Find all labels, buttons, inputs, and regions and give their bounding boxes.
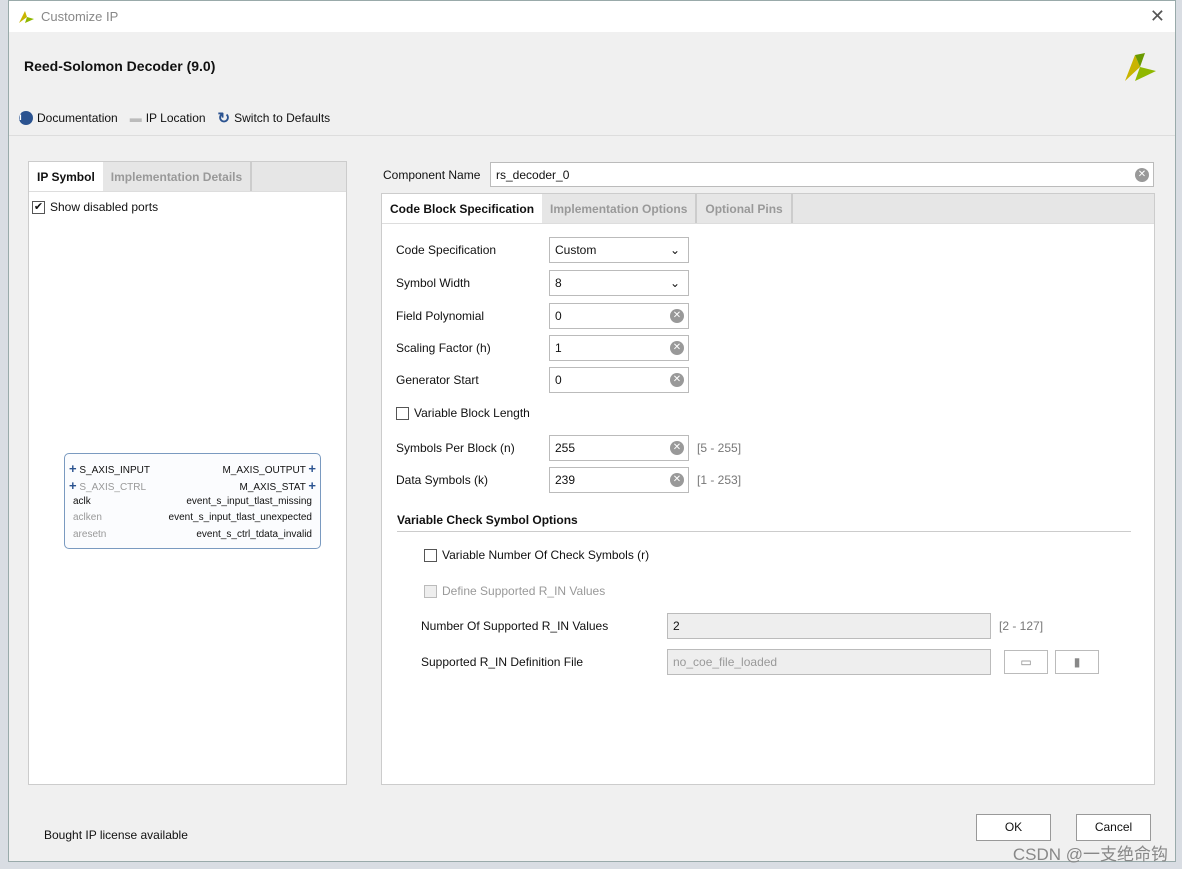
field-poly-row: Field Polynomial 0 ✕ bbox=[396, 303, 689, 329]
close-icon[interactable]: ✕ bbox=[1150, 6, 1165, 27]
field-poly-label: Field Polynomial bbox=[396, 309, 485, 323]
clear-icon: ✕ bbox=[670, 473, 684, 487]
tab-implementation-options[interactable]: Implementation Options bbox=[542, 194, 698, 223]
gen-start-label: Generator Start bbox=[396, 373, 479, 387]
checkbox-icon: ✔ bbox=[32, 201, 45, 215]
edit-file-icon[interactable]: ▮ bbox=[1055, 650, 1099, 674]
n-range: [5 - 255] bbox=[697, 441, 742, 455]
port-event-tlast-missing: event_s_input_tlast_missing bbox=[186, 496, 312, 507]
symbol-width-select[interactable]: 8 ⌄ bbox=[549, 270, 689, 296]
num-rin-label: Number Of Supported R_IN Values bbox=[421, 619, 609, 633]
clear-icon: ✕ bbox=[670, 309, 684, 323]
scaling-row: Scaling Factor (h) 1 ✕ bbox=[396, 335, 689, 361]
n-label: Symbols Per Block (n) bbox=[396, 441, 515, 455]
scaling-input[interactable]: 1 ✕ bbox=[549, 335, 689, 361]
code-spec-select[interactable]: Custom ⌄ bbox=[549, 237, 689, 263]
port-event-tdata-invalid: event_s_ctrl_tdata_invalid bbox=[196, 529, 312, 540]
tab-implementation-details[interactable]: Implementation Details bbox=[103, 162, 253, 191]
documentation-button[interactable]: i Documentation bbox=[19, 111, 118, 125]
n-row: Symbols Per Block (n) 255 ✕ [5 - 255] bbox=[396, 435, 741, 461]
folder-icon: ▬ bbox=[129, 111, 142, 125]
port-aclk: aclk bbox=[73, 496, 91, 507]
port-m-axis-output: M_AXIS_OUTPUT + bbox=[222, 461, 316, 476]
config-panel: Code Block Specification Implementation O… bbox=[381, 193, 1155, 785]
window-title: Customize IP bbox=[41, 9, 119, 24]
symbols-per-block-input[interactable]: 255 ✕ bbox=[549, 435, 689, 461]
rin-file-label: Supported R_IN Definition File bbox=[421, 655, 584, 669]
switch-defaults-label: Switch to Defaults bbox=[234, 111, 331, 125]
component-name-input[interactable]: rs_decoder_0 ✕ bbox=[490, 162, 1154, 187]
ip-title: Reed-Solomon Decoder (9.0) bbox=[24, 58, 216, 74]
chevron-down-icon: ⌄ bbox=[669, 276, 680, 290]
variable-block-length-checkbox[interactable]: Variable Block Length bbox=[396, 406, 530, 420]
variable-check-symbols-checkbox[interactable]: Variable Number Of Check Symbols (r) bbox=[424, 548, 649, 562]
show-disabled-ports-checkbox[interactable]: ✔ Show disabled ports bbox=[32, 200, 159, 215]
symbol-width-row: Symbol Width 8 ⌄ bbox=[396, 270, 689, 296]
documentation-label: Documentation bbox=[37, 111, 118, 125]
scaling-label: Scaling Factor (h) bbox=[396, 341, 491, 355]
ok-button[interactable]: OK bbox=[976, 814, 1051, 841]
checkbox-icon bbox=[396, 406, 409, 420]
chevron-down-icon: ⌄ bbox=[669, 243, 680, 257]
title-bar: Customize IP ✕ bbox=[9, 1, 1175, 32]
divider bbox=[9, 135, 1175, 136]
code-spec-row: Code Specification Custom ⌄ bbox=[396, 237, 689, 263]
xilinx-logo-icon bbox=[1125, 53, 1156, 81]
port-aclken: aclken bbox=[73, 512, 102, 523]
k-label: Data Symbols (k) bbox=[396, 473, 489, 487]
switch-defaults-button[interactable]: ↻ Switch to Defaults bbox=[218, 109, 331, 127]
info-icon: i bbox=[19, 111, 33, 125]
watermark: CSDN @一支绝命钩 bbox=[1012, 845, 1168, 864]
gen-start-input[interactable]: 0 ✕ bbox=[549, 367, 689, 393]
license-status: Bought IP license available bbox=[44, 828, 188, 842]
show-disabled-ports-label: Show disabled ports bbox=[50, 200, 159, 214]
k-range: [1 - 253] bbox=[697, 473, 742, 487]
browse-folder-icon[interactable]: ▭ bbox=[1004, 650, 1048, 674]
ip-location-button[interactable]: ▬ IP Location bbox=[130, 111, 206, 125]
port-m-axis-stat: M_AXIS_STAT + bbox=[239, 478, 316, 493]
field-poly-input[interactable]: 0 ✕ bbox=[549, 303, 689, 329]
symbol-width-label: Symbol Width bbox=[396, 276, 471, 290]
clear-icon: ✕ bbox=[670, 341, 684, 355]
ip-symbol-block: + S_AXIS_INPUT + S_AXIS_CTRL aclk aclken… bbox=[64, 453, 321, 549]
ip-location-label: IP Location bbox=[145, 111, 206, 125]
section-title: Variable Check Symbol Options bbox=[397, 513, 1131, 532]
port-event-tlast-unexpected: event_s_input_tlast_unexpected bbox=[168, 512, 312, 523]
clear-icon: ✕ bbox=[670, 373, 684, 387]
cancel-button[interactable]: Cancel bbox=[1076, 814, 1151, 841]
xilinx-logo-icon bbox=[19, 10, 34, 23]
code-spec-label: Code Specification bbox=[396, 243, 497, 257]
port-s-axis-ctrl: + S_AXIS_CTRL bbox=[69, 478, 147, 493]
refresh-icon: ↻ bbox=[217, 110, 231, 127]
port-s-axis-input: + S_AXIS_INPUT bbox=[69, 461, 150, 476]
gen-start-row: Generator Start 0 ✕ bbox=[396, 367, 689, 393]
port-aresetn: aresetn bbox=[73, 529, 107, 540]
define-rin-checkbox[interactable]: Define Supported R_IN Values bbox=[424, 584, 605, 598]
num-rin-row: Number Of Supported R_IN Values 2 [2 - 127… bbox=[421, 613, 1043, 639]
rin-file-row: Supported R_IN Definition File no_coe_fil… bbox=[421, 649, 1099, 675]
num-rin-range: [2 - 127] bbox=[999, 619, 1044, 633]
tab-ip-symbol[interactable]: IP Symbol bbox=[29, 162, 103, 191]
tab-code-block-spec[interactable]: Code Block Specification bbox=[382, 194, 543, 223]
data-symbols-input[interactable]: 239 ✕ bbox=[549, 467, 689, 493]
customize-ip-dialog: Customize IP ✕ Reed-Solomon Decoder (9.0… bbox=[8, 0, 1176, 862]
tab-optional-pins[interactable]: Optional Pins bbox=[697, 194, 793, 223]
clear-icon[interactable]: ✕ bbox=[1135, 167, 1149, 182]
rin-file-input[interactable]: no_coe_file_loaded bbox=[667, 649, 991, 675]
component-name-label: Component Name bbox=[383, 168, 481, 182]
num-rin-input[interactable]: 2 bbox=[667, 613, 991, 639]
clear-icon: ✕ bbox=[670, 441, 684, 455]
k-row: Data Symbols (k) 239 ✕ [1 - 253] bbox=[396, 467, 741, 493]
